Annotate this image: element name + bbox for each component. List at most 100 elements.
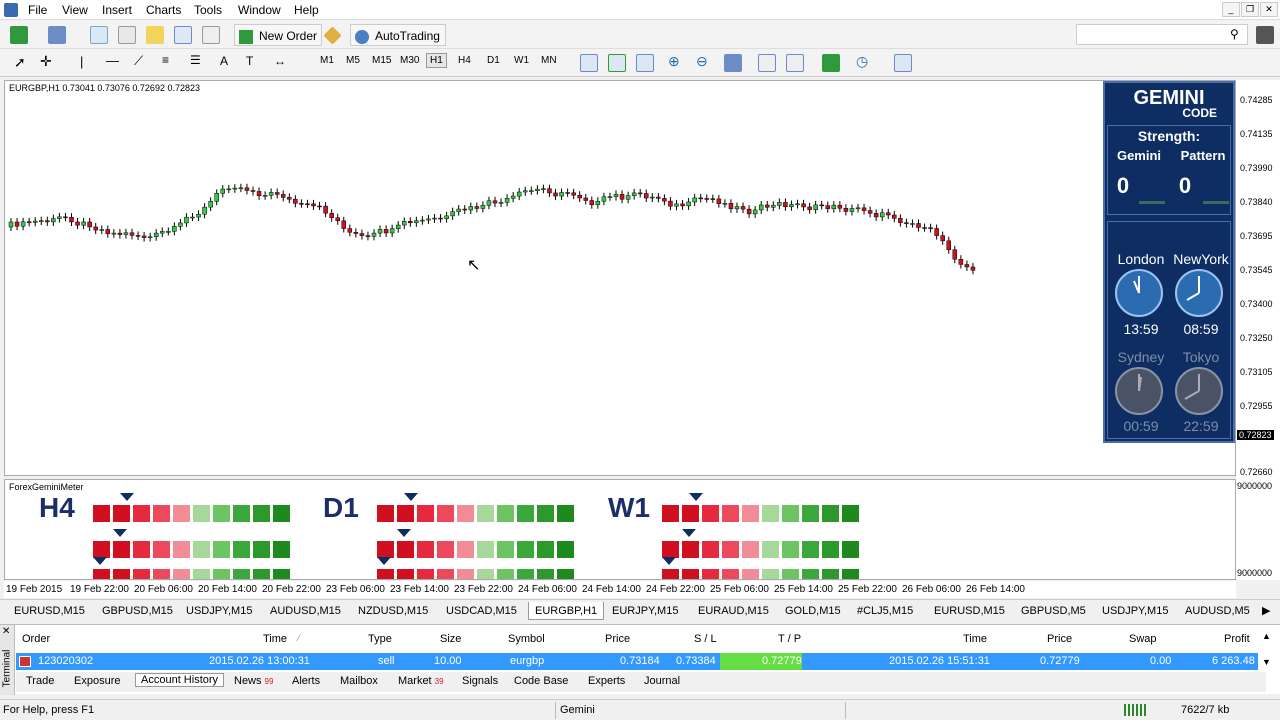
terminal-tab[interactable]: Experts — [588, 675, 625, 687]
terminal-tab[interactable]: Code Base — [514, 675, 568, 687]
price-chart[interactable]: EURGBP,H1 0.73041 0.73076 0.72692 0.7282… — [4, 80, 1236, 476]
terminal-tab[interactable]: Alerts — [292, 675, 320, 687]
new-order-button[interactable]: New Order — [234, 24, 322, 46]
line-chart-icon[interactable] — [636, 54, 654, 72]
chart-tab[interactable]: #CLJ5,M15 — [857, 602, 913, 620]
market-watch-icon[interactable] — [90, 26, 108, 44]
table-row[interactable]: 123020302 2015.02.26 13:00:31 sell 10.00… — [16, 653, 1258, 670]
terminal-tab[interactable]: Market 39 — [398, 675, 444, 687]
chart-tab[interactable]: AUDUSD,M5 — [1185, 602, 1250, 620]
col-swap[interactable]: Swap — [1129, 633, 1157, 645]
chart-tab[interactable]: GOLD,M15 — [785, 602, 841, 620]
minimize-button[interactable]: _ — [1222, 2, 1240, 17]
chart-tab[interactable]: AUDUSD,M15 — [270, 602, 341, 620]
terminal-tab[interactable]: Signals — [462, 675, 498, 687]
terminal-tab[interactable]: News 99 — [234, 675, 273, 687]
chart-tab[interactable]: USDJPY,M15 — [1102, 602, 1168, 620]
col-profit[interactable]: Profit — [1224, 633, 1250, 645]
timeframe-w1[interactable]: W1 — [514, 55, 529, 66]
menu-charts[interactable]: Charts — [146, 3, 181, 17]
close-button[interactable]: ✕ — [1260, 2, 1278, 17]
timeframe-mn[interactable]: MN — [541, 55, 557, 66]
trendline-icon[interactable]: ⟋ — [134, 53, 143, 69]
timeframe-m15[interactable]: M15 — [372, 55, 391, 66]
newyork-time: 08:59 — [1183, 321, 1219, 337]
meter-cell — [377, 505, 394, 522]
chart-tab[interactable]: EURAUD,M15 — [698, 602, 769, 620]
strategy-tester-icon[interactable] — [202, 26, 220, 44]
indicators-icon[interactable] — [822, 54, 840, 72]
terminal-tab[interactable]: Mailbox — [340, 675, 378, 687]
terminal-tab[interactable]: Account History — [135, 673, 225, 687]
scroll-up-icon[interactable]: ▲ — [1262, 631, 1271, 641]
navigator-icon[interactable] — [146, 26, 164, 44]
col-symbol[interactable]: Symbol — [508, 633, 545, 645]
chart-tab[interactable]: EURJPY,M15 — [612, 602, 678, 620]
cursor-icon[interactable]: ➚ — [14, 54, 26, 71]
autoscroll-icon[interactable] — [786, 54, 804, 72]
search-input[interactable] — [1076, 24, 1248, 45]
arrows-icon[interactable]: ↔ — [274, 54, 286, 68]
chart-tab[interactable]: GBPUSD,M5 — [1021, 602, 1086, 620]
col-close-price[interactable]: Price — [1047, 633, 1072, 645]
terminal-close-icon[interactable]: ✕ — [2, 626, 10, 637]
search-icon[interactable]: ⚲ — [1230, 27, 1239, 41]
new-chart-icon[interactable] — [10, 26, 28, 44]
col-open-time[interactable]: Time — [263, 633, 287, 645]
horizontal-line-icon[interactable]: — — [106, 53, 119, 68]
col-size[interactable]: Size — [440, 633, 461, 645]
timeframe-m1[interactable]: M1 — [320, 55, 334, 66]
vertical-line-icon[interactable]: | — [80, 54, 83, 69]
col-order[interactable]: Order — [22, 633, 50, 645]
terminal-tab[interactable]: Journal — [644, 675, 680, 687]
data-window-icon[interactable] — [118, 26, 136, 44]
chart-tab[interactable]: EURGBP,H1 — [528, 602, 605, 620]
candlestick-icon[interactable] — [608, 54, 626, 72]
col-open-price[interactable]: Price — [605, 633, 630, 645]
chart-tab[interactable]: NZDUSD,M15 — [358, 602, 428, 620]
menu-insert[interactable]: Insert — [102, 3, 132, 17]
col-close-time[interactable]: Time — [963, 633, 987, 645]
chart-shift-icon[interactable] — [758, 54, 776, 72]
terminal-icon[interactable] — [174, 26, 192, 44]
menu-view[interactable]: View — [62, 3, 88, 17]
text-label-icon[interactable]: T — [246, 54, 253, 68]
tile-windows-icon[interactable] — [724, 54, 742, 72]
col-tp[interactable]: T / P — [778, 633, 801, 645]
chart-tab[interactable]: USDCAD,M15 — [446, 602, 517, 620]
chart-tab[interactable]: EURUSD,M15 — [934, 602, 1005, 620]
templates-icon[interactable] — [894, 54, 912, 72]
profiles-icon[interactable] — [48, 26, 66, 44]
chat-icon[interactable] — [1256, 26, 1274, 44]
text-icon[interactable]: A — [220, 54, 228, 68]
bar-chart-icon[interactable] — [580, 54, 598, 72]
timeframe-h1[interactable]: H1 — [426, 53, 447, 68]
menu-help[interactable]: Help — [294, 3, 319, 17]
col-sl[interactable]: S / L — [694, 633, 717, 645]
zoom-out-icon[interactable]: ⊖ — [696, 53, 708, 70]
chart-tab[interactable]: GBPUSD,M15 — [102, 602, 173, 620]
timeframe-m5[interactable]: M5 — [346, 55, 360, 66]
terminal-tab[interactable]: Exposure — [74, 675, 120, 687]
restore-button[interactable]: ❐ — [1241, 2, 1259, 17]
autotrading-button[interactable]: AutoTrading — [350, 24, 446, 46]
menu-file[interactable]: File — [28, 3, 47, 17]
crosshair-icon[interactable]: ✛ — [40, 53, 52, 70]
timeframe-m30[interactable]: M30 — [400, 55, 419, 66]
chart-tab[interactable]: EURUSD,M15 — [14, 602, 85, 620]
col-type[interactable]: Type — [368, 633, 392, 645]
terminal-tab[interactable]: Trade — [26, 675, 54, 687]
fibonacci-icon[interactable]: ☰ — [190, 53, 201, 67]
channel-icon[interactable]: ≡ — [162, 53, 169, 67]
timeframe-h4[interactable]: H4 — [458, 55, 471, 66]
tabs-scroll-right-icon[interactable]: ▶ — [1262, 602, 1270, 620]
menu-window[interactable]: Window — [238, 3, 281, 17]
gemini-meter-indicator[interactable]: ForexGeminiMeter H4 D1 W1 — [4, 479, 1236, 580]
periods-icon[interactable]: ◷ — [856, 53, 868, 70]
scroll-down-icon[interactable]: ▼ — [1262, 657, 1271, 667]
menu-tools[interactable]: Tools — [194, 3, 222, 17]
timeframe-d1[interactable]: D1 — [487, 55, 500, 66]
chart-tab[interactable]: USDJPY,M15 — [186, 602, 252, 620]
metaeditor-icon[interactable] — [323, 26, 342, 45]
zoom-in-icon[interactable]: ⊕ — [668, 53, 680, 70]
